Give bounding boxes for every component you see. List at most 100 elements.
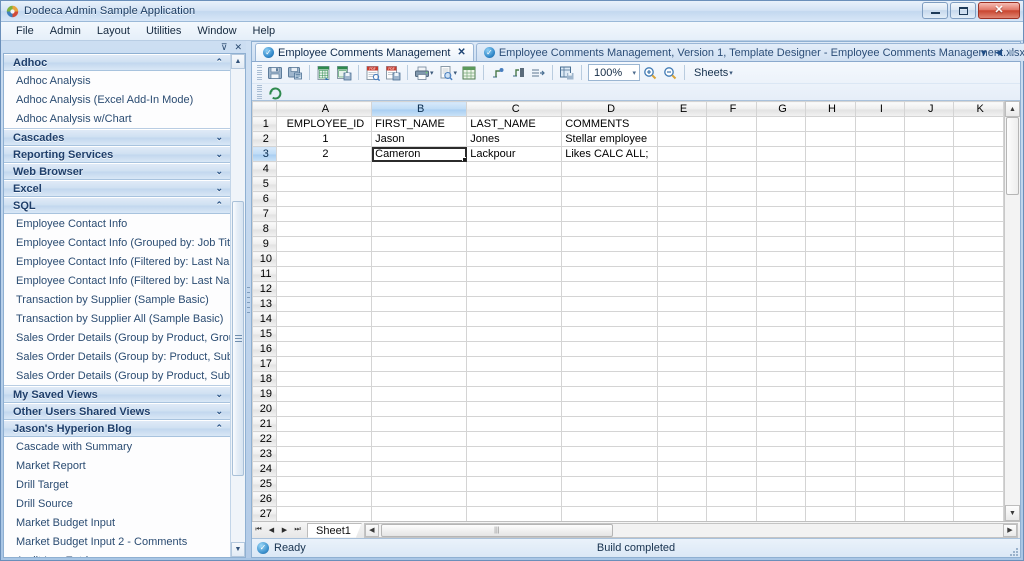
zoom-in-icon[interactable] — [640, 63, 660, 82]
hscroll-thumb[interactable]: ||| — [380, 523, 613, 537]
cell-H24[interactable] — [805, 461, 856, 477]
sidebar-item[interactable]: Employee Contact Info (Filtered by: Last… — [4, 271, 230, 290]
column-header-G[interactable]: G — [755, 101, 807, 117]
cell-E21[interactable] — [656, 416, 708, 432]
grid-row[interactable]: 8 — [252, 221, 1004, 237]
cell-D13[interactable] — [561, 296, 658, 312]
cell-D9[interactable] — [561, 236, 658, 252]
grid-row[interactable]: 10 — [252, 251, 1004, 267]
cell-B17[interactable] — [371, 356, 468, 372]
sidebar-item[interactable]: Market Budget Input 2 - Comments — [4, 532, 230, 551]
cell-C1[interactable]: LAST_NAME — [466, 116, 563, 132]
cell-K5[interactable] — [953, 176, 1004, 192]
cell-I14[interactable] — [854, 311, 906, 327]
grid-vertical-scrollbar[interactable]: ▲ ▼ — [1004, 101, 1020, 521]
cell-F23[interactable] — [706, 446, 757, 462]
cell-F6[interactable] — [706, 191, 757, 207]
row-header-20[interactable]: 20 — [252, 401, 277, 417]
cell-J18[interactable] — [904, 371, 955, 387]
cell-I22[interactable] — [854, 431, 906, 447]
cell-G19[interactable] — [755, 386, 807, 402]
sidebar-scroll-track[interactable] — [231, 69, 245, 542]
cell-C16[interactable] — [466, 341, 563, 357]
grid-scroll-viewport[interactable]: ABCDEFGHIJK 1 EMPLOYEE_ID FIRST_NAME LAST_N… — [252, 101, 1004, 521]
cell-F1[interactable] — [706, 116, 757, 132]
cell-K14[interactable] — [953, 311, 1004, 327]
cell-B19[interactable] — [371, 386, 468, 402]
cell-B11[interactable] — [371, 266, 468, 282]
chevron-up-icon[interactable]: ⌃ — [215, 423, 223, 434]
cell-K18[interactable] — [953, 371, 1004, 387]
cell-B14[interactable] — [371, 311, 468, 327]
grid-row[interactable]: 26 — [252, 491, 1004, 507]
cell-H3[interactable] — [805, 146, 856, 162]
cell-K3[interactable] — [953, 146, 1004, 162]
chevron-down-icon[interactable]: ⌄ — [215, 132, 223, 143]
cell-H27[interactable] — [805, 506, 856, 521]
sidebar-item[interactable]: Sales Order Details (Group by: Product, … — [4, 347, 230, 366]
cell-I16[interactable] — [854, 341, 906, 357]
cell-I9[interactable] — [854, 236, 906, 252]
menu-item-utilities[interactable]: Utilities — [139, 23, 188, 39]
menu-item-layout[interactable]: Layout — [90, 23, 137, 39]
sidebar-item[interactable]: Sales Order Details (Group by Product, G… — [4, 328, 230, 347]
preview-dropdown-caret-icon[interactable]: ▾ — [454, 69, 458, 77]
cell-F9[interactable] — [706, 236, 757, 252]
cell-I24[interactable] — [854, 461, 906, 477]
cell-B2[interactable]: Jason — [371, 131, 468, 147]
grid-horizontal-scrollbar[interactable]: ◀ ||| ▶ — [363, 522, 1018, 538]
cell-F11[interactable] — [706, 266, 757, 282]
cell-J7[interactable] — [904, 206, 955, 222]
row-header-1[interactable]: 1 — [252, 116, 277, 132]
cell-D20[interactable] — [561, 401, 658, 417]
refresh-data-icon[interactable] — [557, 63, 577, 82]
cell-G20[interactable] — [755, 401, 807, 417]
menu-item-help[interactable]: Help — [246, 23, 283, 39]
row-header-18[interactable]: 18 — [252, 371, 277, 387]
sidebar-group-my-saved-views[interactable]: My Saved Views ⌄ — [4, 386, 230, 403]
cell-E14[interactable] — [656, 311, 708, 327]
cell-H16[interactable] — [805, 341, 856, 357]
grid-row[interactable]: 12 — [252, 281, 1004, 297]
scroll-down-icon[interactable]: ▼ — [1005, 505, 1020, 521]
cell-C4[interactable] — [466, 161, 563, 177]
cell-D22[interactable] — [561, 431, 658, 447]
row-header-21[interactable]: 21 — [252, 416, 277, 432]
cell-H15[interactable] — [805, 326, 856, 342]
cell-H21[interactable] — [805, 416, 856, 432]
row-header-14[interactable]: 14 — [252, 311, 277, 327]
cell-H22[interactable] — [805, 431, 856, 447]
cell-J13[interactable] — [904, 296, 955, 312]
hscroll-track[interactable]: ||| — [379, 523, 1003, 537]
cell-B16[interactable] — [371, 341, 468, 357]
grid-row[interactable]: 25 — [252, 476, 1004, 492]
cell-H18[interactable] — [805, 371, 856, 387]
cell-J16[interactable] — [904, 341, 955, 357]
cell-E24[interactable] — [656, 461, 708, 477]
cell-A13[interactable] — [275, 296, 373, 312]
grid-row[interactable]: 13 — [252, 296, 1004, 312]
cell-F4[interactable] — [706, 161, 757, 177]
cell-F3[interactable] — [706, 146, 757, 162]
cell-I17[interactable] — [854, 356, 906, 372]
cell-I27[interactable] — [854, 506, 906, 521]
cell-H26[interactable] — [805, 491, 856, 507]
cell-A15[interactable] — [275, 326, 373, 342]
cell-K12[interactable] — [953, 281, 1004, 297]
row-header-16[interactable]: 16 — [252, 341, 277, 357]
cell-D19[interactable] — [561, 386, 658, 402]
cell-A23[interactable] — [275, 446, 373, 462]
cell-K1[interactable] — [953, 116, 1004, 132]
cell-G11[interactable] — [755, 266, 807, 282]
maximize-button[interactable] — [950, 2, 976, 19]
cell-G13[interactable] — [755, 296, 807, 312]
cell-H2[interactable] — [805, 131, 856, 147]
grid-row[interactable]: 16 — [252, 341, 1004, 357]
cell-H19[interactable] — [805, 386, 856, 402]
cell-D3[interactable]: Likes CALC ALL; — [561, 146, 658, 162]
grid-row[interactable]: 24 — [252, 461, 1004, 477]
cell-G2[interactable] — [755, 131, 807, 147]
export-to-excel-icon[interactable] — [314, 63, 334, 82]
cell-I18[interactable] — [854, 371, 906, 387]
row-header-8[interactable]: 8 — [252, 221, 277, 237]
